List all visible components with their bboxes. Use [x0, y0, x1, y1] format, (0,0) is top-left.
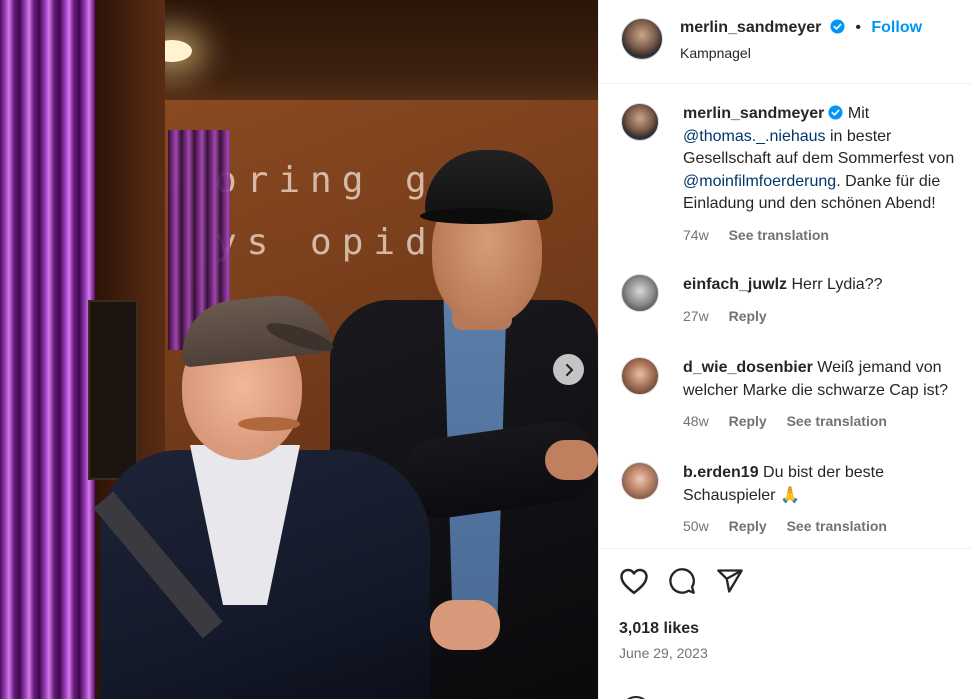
caption-time[interactable]: 74w	[683, 227, 709, 243]
see-translation-button[interactable]: See translation	[787, 518, 887, 534]
comment-icon[interactable]	[667, 567, 697, 595]
caption-text-1: Mit	[847, 105, 870, 122]
photo-man-right-cap-brim	[420, 208, 530, 224]
comment-time[interactable]: 50w	[683, 518, 709, 534]
post-photo[interactable]: oring g ys opid	[0, 0, 598, 699]
reply-button[interactable]: Reply	[729, 413, 767, 429]
post-header: merlin_sandmeyer • Follow Kampnagel	[599, 0, 972, 84]
author-avatar[interactable]	[621, 18, 663, 60]
comment-username[interactable]: einfach_juwlz	[683, 276, 787, 293]
chevron-right-icon	[565, 363, 573, 376]
reply-button[interactable]: Reply	[729, 518, 767, 534]
photo-man-right-hand	[545, 440, 598, 480]
reply-button[interactable]: Reply	[729, 308, 767, 324]
see-translation-button[interactable]: See translation	[787, 413, 887, 429]
caption-meta: 74w See translation	[683, 224, 972, 247]
comment-meta: 48w Reply See translation	[683, 410, 972, 433]
post-date[interactable]: June 29, 2023	[619, 645, 708, 661]
comment-meta: 50w Reply See translation	[683, 515, 972, 538]
caption-body: merlin_sandmeyer Mit @thomas._.niehaus i…	[683, 103, 972, 246]
photo-purple-curtain	[0, 0, 95, 699]
verified-badge-icon	[828, 105, 843, 120]
comment-username[interactable]: b.erden19	[683, 464, 759, 481]
header-separator: •	[855, 19, 861, 36]
mention-link[interactable]: @moinfilmfoerderung	[683, 173, 836, 190]
commenter-avatar[interactable]	[621, 357, 659, 395]
post-sidebar: merlin_sandmeyer • Follow Kampnagel merl…	[598, 0, 972, 699]
heart-icon[interactable]	[619, 567, 649, 595]
author-username[interactable]: merlin_sandmeyer	[680, 19, 821, 36]
comment-username[interactable]: d_wie_dosenbier	[683, 359, 813, 376]
comment-time[interactable]: 48w	[683, 413, 709, 429]
comment-time[interactable]: 27w	[683, 308, 709, 324]
mention-link[interactable]: @thomas._.niehaus	[683, 128, 826, 145]
likes-count[interactable]: 3,018 likes	[619, 620, 699, 638]
comment-body: b.erden19 Du bist der beste Schauspieler…	[683, 462, 972, 538]
follow-button[interactable]: Follow	[871, 19, 922, 36]
caption-avatar[interactable]	[621, 103, 659, 141]
photo-wall-graffiti: oring g ys opid	[215, 160, 437, 263]
next-photo-button[interactable]	[553, 354, 584, 385]
post-actions: 3,018 likes June 29, 2023	[599, 548, 972, 699]
comment-text: Herr Lydia??	[791, 276, 883, 293]
see-translation-button[interactable]: See translation	[729, 227, 829, 243]
photo-booth-panel	[88, 300, 138, 480]
photo-man-left-mustache	[238, 417, 300, 431]
comment-meta: 27w Reply	[683, 305, 972, 328]
commenter-avatar[interactable]	[621, 462, 659, 500]
comment-body: d_wie_dosenbier Weiß jemand von welcher …	[683, 357, 972, 433]
comment-body: einfach_juwlz Herr Lydia?? 27w Reply	[683, 274, 972, 327]
photo-man-left-hand	[430, 600, 500, 650]
caption-username[interactable]: merlin_sandmeyer	[683, 105, 824, 122]
verified-badge-icon	[830, 19, 845, 34]
post-location[interactable]: Kampnagel	[680, 45, 751, 61]
commenter-avatar[interactable]	[621, 274, 659, 312]
action-icons	[619, 567, 745, 595]
share-icon[interactable]	[715, 567, 745, 595]
comments-list[interactable]: merlin_sandmeyer Mit @thomas._.niehaus i…	[599, 85, 972, 547]
